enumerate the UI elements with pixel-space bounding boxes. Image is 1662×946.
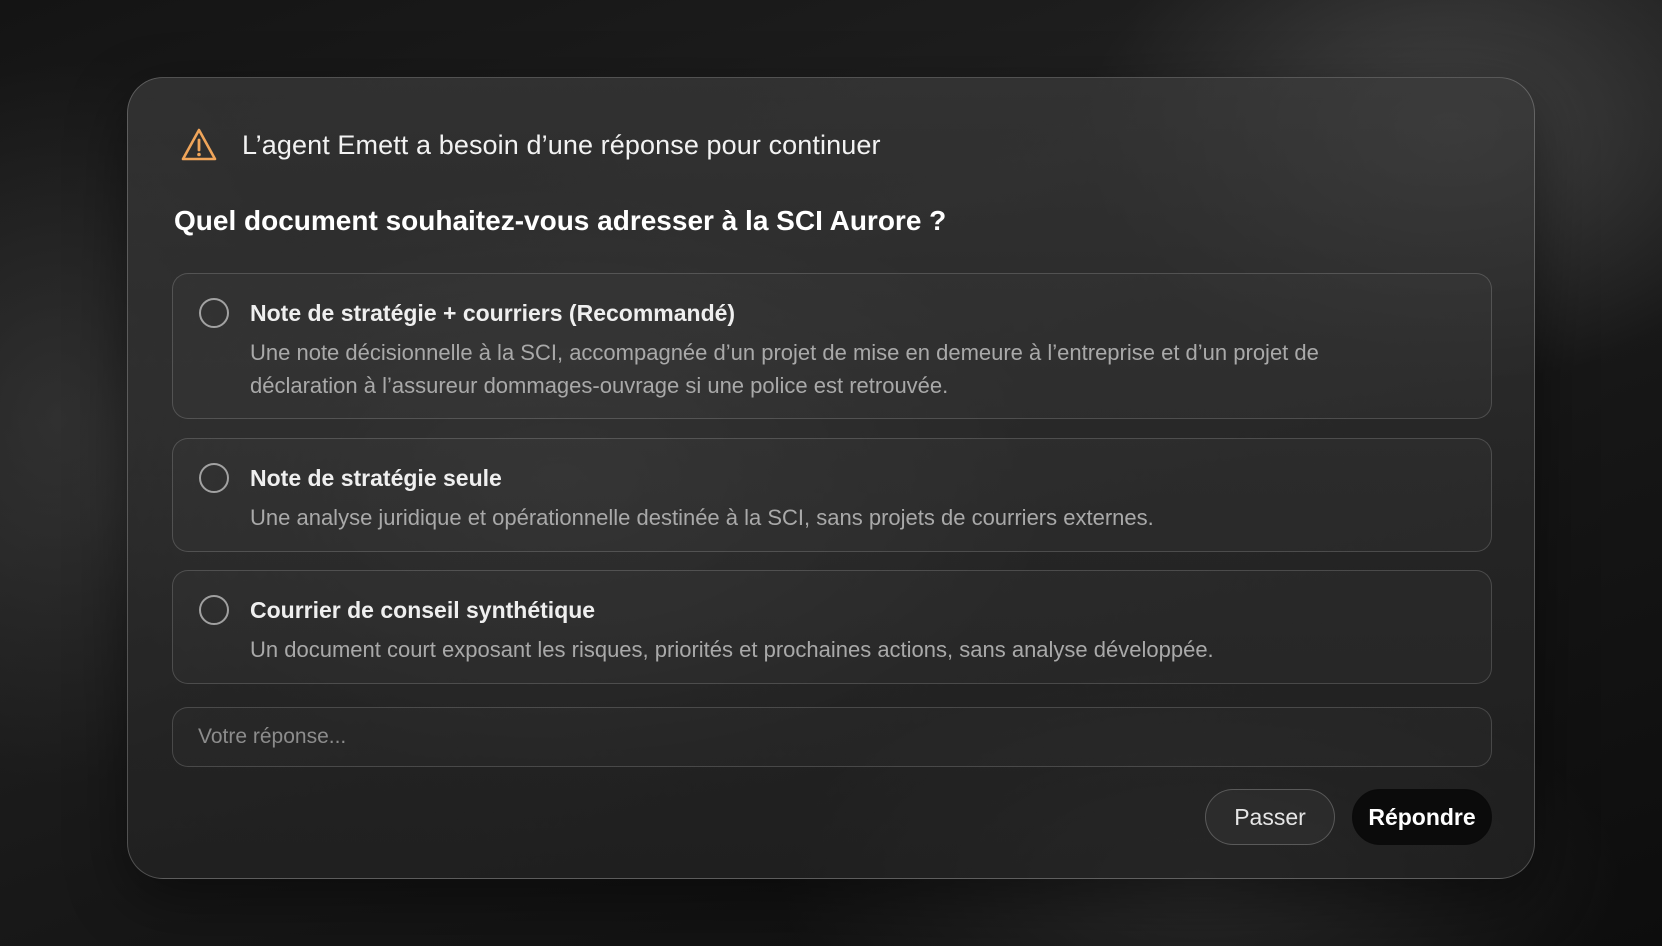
option-title: Courrier de conseil synthétique — [250, 597, 596, 623]
radio-button[interactable] — [199, 463, 229, 493]
reply-button[interactable]: Répondre — [1352, 789, 1492, 845]
answer-input[interactable] — [172, 707, 1492, 767]
option-strategy-and-letters[interactable]: Note de stratégie + courriers (Recommand… — [172, 273, 1492, 419]
option-title: Note de stratégie + courriers (Recommand… — [250, 300, 736, 326]
question-dialog: L’agent Emett a besoin d’une réponse pou… — [127, 77, 1535, 879]
dialog-header: L’agent Emett a besoin d’une réponse pou… — [180, 126, 881, 164]
warning-icon — [180, 126, 218, 164]
question-title: Quel document souhaitez-vous adresser à … — [174, 205, 947, 236]
option-strategy-only[interactable]: Note de stratégie seule Une analyse juri… — [172, 438, 1492, 552]
option-description: Une note décisionnelle à la SCI, accompa… — [250, 340, 1319, 398]
option-title: Note de stratégie seule — [250, 465, 502, 491]
dialog-header-text: L’agent Emett a besoin d’une réponse pou… — [242, 129, 881, 160]
skip-button[interactable]: Passer — [1205, 789, 1335, 845]
radio-button[interactable] — [199, 595, 229, 625]
option-advice-letter[interactable]: Courrier de conseil synthétique Un docum… — [172, 570, 1492, 684]
option-description: Un document court exposant les risques, … — [250, 637, 1214, 662]
option-description: Une analyse juridique et opérationnelle … — [250, 505, 1154, 530]
radio-button[interactable] — [199, 298, 229, 328]
